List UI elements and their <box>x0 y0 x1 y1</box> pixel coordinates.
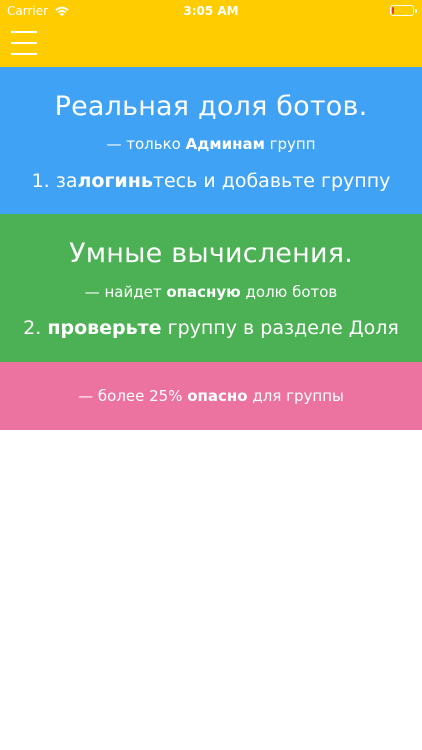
battery-level-fill <box>392 7 394 14</box>
section-title: Умные вычисления. <box>69 238 353 269</box>
battery-icon <box>390 5 417 16</box>
danger-threshold-section: — более 25% опасно для группы <box>0 362 422 430</box>
section-subtitle: — найдет опасную долю ботов <box>84 283 338 301</box>
status-time: 3:05 AM <box>183 4 239 18</box>
bot-share-section: Реальная доля ботов. — только Админам гр… <box>0 67 422 214</box>
hamburger-menu-icon-line <box>11 31 37 33</box>
section-step: 2. проверьте группу в разделе Доля <box>23 317 399 339</box>
section-subtitle: — более 25% опасно для группы <box>78 387 344 405</box>
hamburger-menu-icon-line <box>11 42 37 44</box>
smart-calculation-section: Умные вычисления. — найдет опасную долю … <box>0 214 422 362</box>
section-step: 1. залогиньтесь и добавьте группу <box>31 170 391 192</box>
menu-button[interactable] <box>11 30 37 56</box>
status-bar: Carrier 3:05 AM <box>0 0 422 22</box>
section-title: Реальная доля ботов. <box>54 91 368 122</box>
hamburger-menu-icon-line <box>11 53 37 55</box>
section-subtitle: — только Админам групп <box>106 135 316 153</box>
navigation-bar: Carrier 3:05 AM <box>0 0 422 67</box>
